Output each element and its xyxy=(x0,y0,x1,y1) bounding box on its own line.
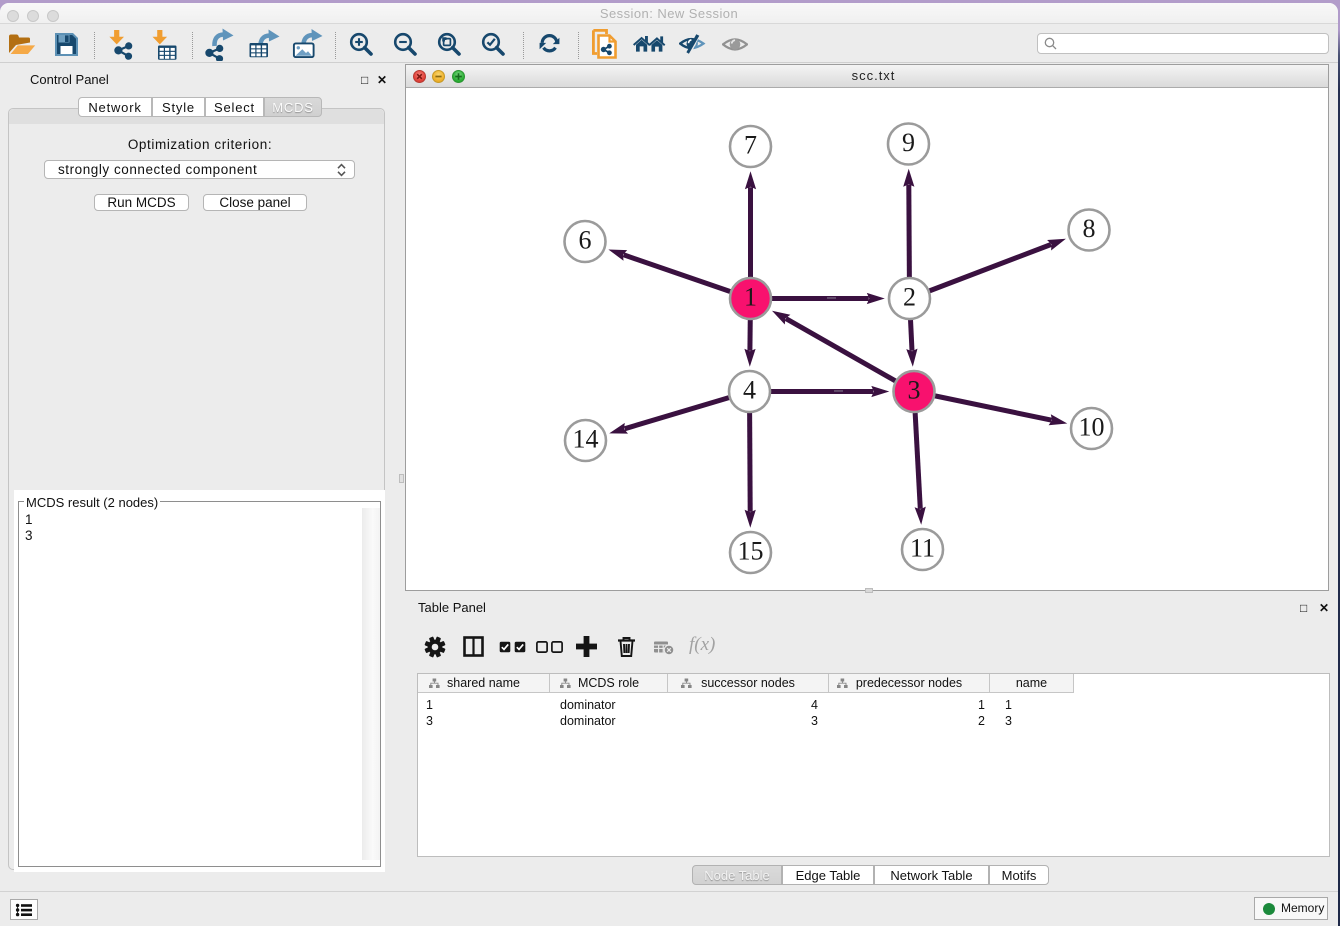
svg-text:15: 15 xyxy=(738,537,764,566)
svg-text:10: 10 xyxy=(1079,413,1105,442)
svg-text:6: 6 xyxy=(579,226,592,255)
svg-text:4: 4 xyxy=(743,376,756,405)
svg-text:1: 1 xyxy=(744,283,757,312)
svg-text:11: 11 xyxy=(910,534,935,563)
svg-text:9: 9 xyxy=(902,128,915,157)
svg-text:8: 8 xyxy=(1083,214,1096,243)
svg-text:3: 3 xyxy=(908,376,921,405)
svg-text:14: 14 xyxy=(573,425,599,454)
svg-text:7: 7 xyxy=(744,131,757,160)
svg-text:2: 2 xyxy=(903,283,916,312)
